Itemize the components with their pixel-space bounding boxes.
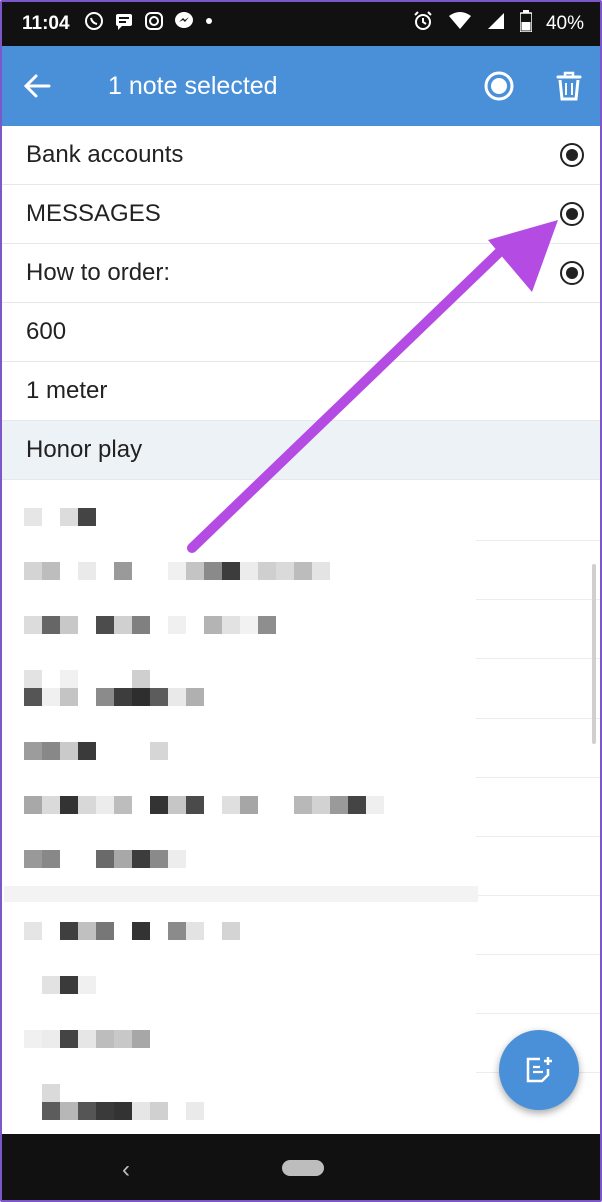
page-title: 1 note selected — [108, 71, 278, 100]
wifi-icon — [448, 11, 472, 37]
radio-checked-icon[interactable] — [560, 202, 584, 226]
radio-checked-icon[interactable] — [560, 261, 584, 285]
note-title: Honor play — [26, 436, 143, 463]
battery-percent: 40% — [545, 13, 584, 34]
signal-icon — [486, 11, 506, 37]
note-title: How to order: — [26, 259, 171, 286]
system-nav-bar: ‹ — [2, 1134, 600, 1200]
list-item[interactable]: 1 meter — [2, 362, 600, 421]
delete-button[interactable] — [534, 46, 600, 126]
list-item[interactable]: MESSAGES — [2, 185, 600, 244]
battery-icon — [519, 10, 533, 38]
list-item[interactable]: Bank accounts — [2, 126, 600, 185]
arrow-back-icon — [23, 74, 51, 98]
new-note-button[interactable] — [499, 1030, 579, 1110]
nav-back-icon[interactable]: ‹ — [122, 1156, 130, 1184]
status-bar: 11:04 40% — [2, 2, 600, 46]
note-title: 600 — [26, 318, 67, 345]
radio-checked-icon[interactable] — [560, 143, 584, 167]
instagram-icon — [144, 11, 164, 37]
list-item[interactable]: 600 — [2, 303, 600, 362]
select-all-button[interactable] — [464, 46, 534, 126]
list-item-selected[interactable]: Honor play — [2, 421, 600, 480]
back-button[interactable] — [2, 46, 72, 126]
app-actions — [464, 46, 600, 126]
status-time: 11:04 — [22, 13, 70, 34]
note-title: Bank accounts — [26, 141, 184, 168]
note-title: 1 meter — [26, 377, 108, 404]
list-item[interactable]: How to order: — [2, 244, 600, 303]
dot-icon — [204, 11, 214, 37]
message-icon — [114, 11, 134, 37]
radio-selected-icon — [484, 71, 514, 101]
note-title: MESSAGES — [26, 200, 161, 227]
screen: 11:04 40% 1 note selected Bank accounts … — [0, 0, 602, 1202]
redacted-notes — [2, 482, 600, 1134]
status-right: 40% — [412, 10, 584, 38]
redacted-divider — [4, 886, 478, 902]
alarm-icon — [412, 10, 434, 38]
scroll-indicator[interactable] — [592, 564, 596, 744]
messenger-icon — [174, 11, 194, 37]
new-note-icon — [526, 1057, 552, 1083]
nav-home-pill[interactable] — [282, 1160, 324, 1176]
notes-list: Bank accounts MESSAGES How to order: 600… — [2, 126, 600, 480]
whatsapp-icon — [84, 11, 104, 37]
app-bar: 1 note selected — [2, 46, 600, 126]
trash-icon — [556, 71, 582, 101]
